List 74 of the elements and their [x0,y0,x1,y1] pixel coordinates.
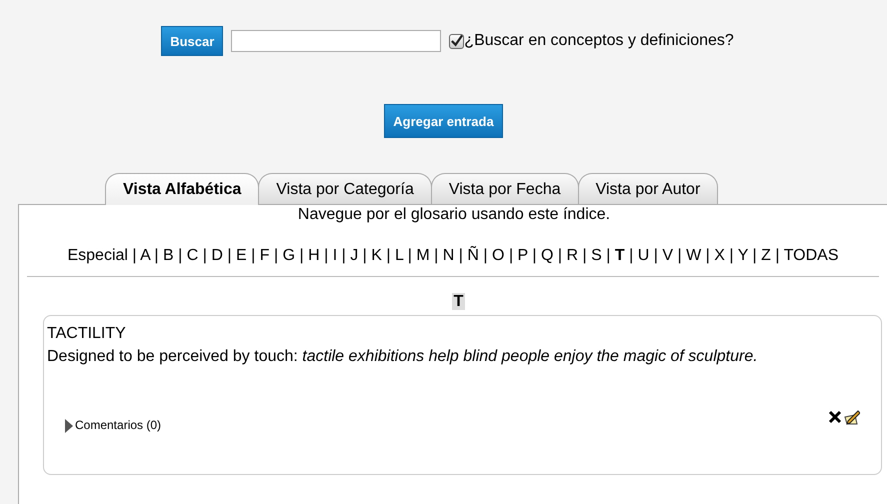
index-letter[interactable]: S [591,247,602,264]
separator: | [775,247,780,264]
separator: | [558,247,562,264]
separator: | [227,247,232,264]
index-letter[interactable]: P [518,247,528,264]
separator: | [483,247,488,264]
index-letter[interactable]: H [308,247,320,264]
index-letter[interactable]: Z [761,247,771,264]
view-tab[interactable]: Vista Alfabética [105,173,260,205]
separator: | [342,247,346,264]
index-letter: T [614,247,625,264]
separator: | [458,247,463,264]
index-hint: Navegue por el glosario usando este índice. [296,205,612,224]
search-field[interactable] [231,30,442,52]
separator: | [324,247,328,264]
add-entry-button[interactable]: Agregar entrada [384,104,503,138]
separator: | [132,247,137,264]
index-letter[interactable]: U [638,247,650,264]
index-letter[interactable]: K [371,247,382,264]
entry-definition: Designed to be perceived by touch: tactile exhibitions help blind people enjoy the magic of sculpture. [47,347,759,367]
checkbox-label: ¿Buscar en conceptos y definiciones? [464,32,734,50]
index-letter[interactable]: E [236,247,247,264]
view-tab[interactable]: Vista por Categoría [258,173,432,204]
separator: | [677,247,682,264]
entry-term: TACTILITY [47,324,127,344]
index-letter[interactable]: W [686,247,702,264]
index-letter[interactable]: J [350,247,358,264]
separator: | [582,247,587,264]
separator: | [154,247,159,264]
separator: | [251,247,256,264]
separator: | [362,247,367,264]
separator: | [629,247,634,264]
separator: | [654,247,658,264]
search-option-checkbox[interactable] [449,34,464,48]
separator: | [178,247,182,264]
index-letter[interactable]: X [714,247,725,264]
separator: | [408,247,412,264]
separator: | [532,247,537,264]
index-letter[interactable]: M [416,247,430,264]
index-letter[interactable]: F [260,247,270,264]
expand-triangle-icon[interactable] [65,418,73,432]
separator: | [752,247,757,264]
index-letter[interactable]: Y [738,247,748,264]
section-letter: T [452,293,466,310]
index-letter[interactable]: Ñ [467,247,479,264]
index-letter[interactable]: V [662,247,674,264]
index-letter[interactable]: Especial [67,247,128,264]
index-letter[interactable]: Q [541,247,554,264]
edit-icon[interactable] [844,409,860,425]
index-letter[interactable]: D [211,247,223,264]
index-letter[interactable]: O [492,247,504,264]
index-letter[interactable]: R [566,247,578,264]
index-letter[interactable]: B [163,247,174,264]
view-tab[interactable]: Vista por Autor [578,173,718,204]
separator: | [274,247,278,264]
comments-link[interactable]: Comentarios (0) [65,414,162,437]
index-letter[interactable]: N [442,247,454,264]
index-letter[interactable]: G [282,247,296,264]
index-letter[interactable]: L [395,247,404,264]
index-letter[interactable]: I [332,247,338,264]
separator: | [202,247,207,264]
index-letter[interactable]: TODAS [784,247,839,264]
separator: | [508,247,514,264]
view-tab[interactable]: Vista por Fecha [430,173,579,204]
separator: | [706,247,710,264]
separator: | [386,247,391,264]
separator: | [299,247,304,264]
index-letter[interactable]: A [140,247,150,264]
separator: | [434,247,438,264]
delete-icon[interactable] [828,410,842,424]
separator: | [606,247,610,264]
separator: | [729,247,734,264]
index-letter[interactable]: C [186,247,198,264]
search-button[interactable]: Buscar [161,26,224,56]
